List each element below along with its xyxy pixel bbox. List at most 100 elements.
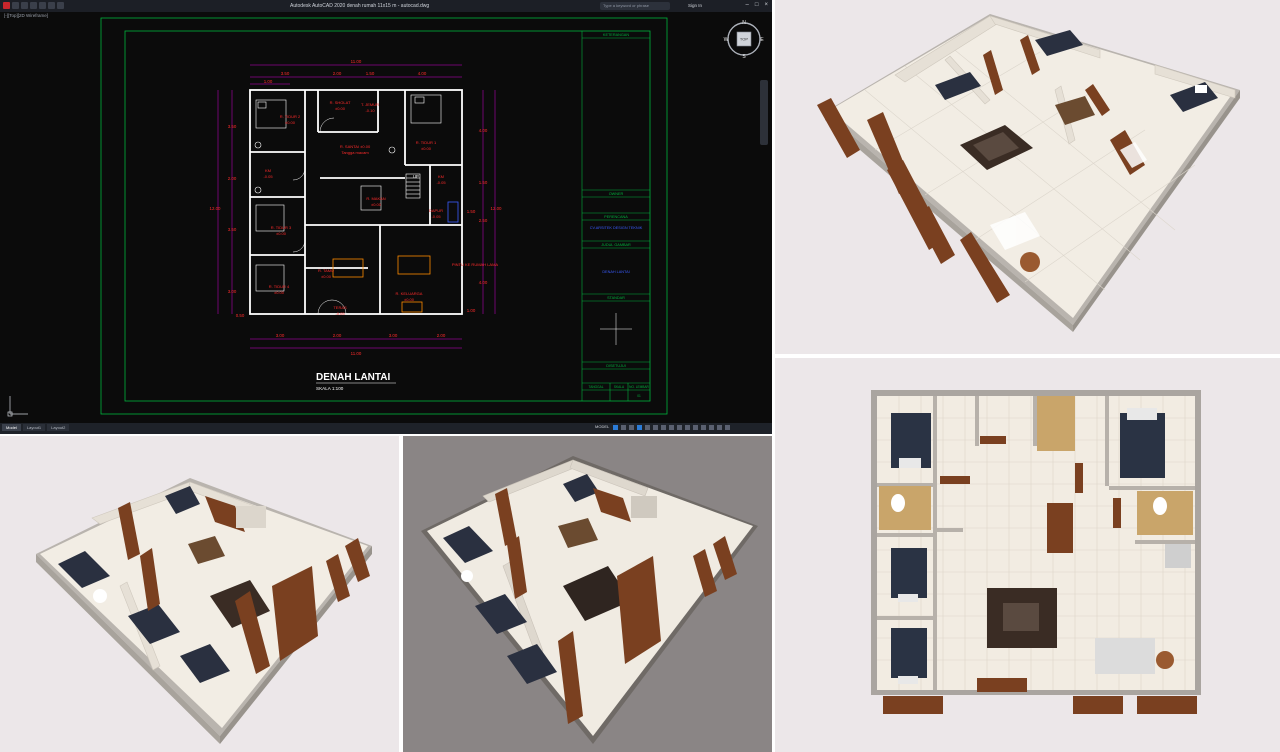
elev-r-tamu: ±0.00 xyxy=(321,274,332,279)
elev-r-jemur: -0.10 xyxy=(365,108,375,113)
tab-layout2[interactable]: Layout2 xyxy=(47,424,70,431)
dim-right-e: 1.00 xyxy=(467,308,476,313)
drawing-title: DENAH LANTAI xyxy=(316,372,390,383)
label-r-santai-sub: Tangga macam xyxy=(341,150,369,155)
dim-top-b: 2.00 xyxy=(333,71,342,76)
label-r-tidur1: R. TIDUR 1 xyxy=(416,140,437,145)
ucs-axis-icon xyxy=(7,396,28,417)
customize-icon[interactable] xyxy=(725,425,730,430)
title-block-text: KETERANGAN OWNER PERENCANA JUDUL GAMBAR … xyxy=(589,33,650,398)
dim-left-total: 12.00 xyxy=(210,206,222,211)
label-km1: KM xyxy=(265,168,271,173)
elev-km2: -0.05 xyxy=(436,180,446,185)
compass-w: W xyxy=(724,37,729,43)
title-block-blue: CV.ARSITEK DESIGN TEKNIK DENAH LANTAI xyxy=(590,226,643,274)
dim-left-e: 0.50 xyxy=(236,313,245,318)
label-r-tidur3: R. TIDUR 3 xyxy=(271,225,292,230)
dim-right-c: 2.50 xyxy=(479,218,488,223)
elev-r-tidur1: ±0.00 xyxy=(421,146,432,151)
dim-top-a: 3.50 xyxy=(281,71,290,76)
tb-owner: OWNER xyxy=(609,192,624,196)
status-bar: Model Layout1 Layout2 MODEL xyxy=(0,423,772,434)
dim-right-total: 12.00 xyxy=(491,206,503,211)
dim-left-a: 3.50 xyxy=(228,124,237,129)
render-isometric-dark xyxy=(403,436,772,752)
dim-top-d: 4.00 xyxy=(418,71,427,76)
tb-keterangan: KETERANGAN xyxy=(603,33,629,37)
elev-r-tidur2: ±0.00 xyxy=(285,120,296,125)
dim-bottom-d: 2.00 xyxy=(437,333,446,338)
transparency-icon[interactable] xyxy=(669,425,674,430)
label-r-keluarga: R. KELUARGA xyxy=(396,291,423,296)
tb-perencana: PERENCANA xyxy=(604,215,628,219)
elev-teras: -0.05 xyxy=(335,311,345,316)
tb-disetujui: DISETUJUI xyxy=(606,364,626,368)
osnap-icon[interactable] xyxy=(645,425,650,430)
north-cross xyxy=(600,313,632,345)
model-space-toggle[interactable]: MODEL xyxy=(595,424,609,429)
dim-top-e: 1.00 xyxy=(264,79,273,84)
dimension-lines xyxy=(217,64,496,349)
annotation-icon[interactable] xyxy=(677,425,682,430)
isolate-icon[interactable] xyxy=(701,425,706,430)
divider-bottom xyxy=(399,436,403,752)
elev-dapur: -0.05 xyxy=(431,214,441,219)
render-top-down-image xyxy=(871,390,1201,714)
label-r-tidur2: R. TIDUR 2 xyxy=(280,114,301,119)
snap-icon[interactable] xyxy=(621,425,626,430)
label-dapur: DAPUR xyxy=(429,208,443,213)
furniture-outlines xyxy=(254,94,442,292)
hardware-icon[interactable] xyxy=(709,425,714,430)
workspace-icon[interactable] xyxy=(685,425,690,430)
door-swings xyxy=(292,117,347,315)
label-r-jemur: T. JEMUR xyxy=(361,102,379,107)
label-r-makan: R. MAKAN xyxy=(366,196,385,201)
elev-r-sholat: ±0.00 xyxy=(335,106,346,111)
ortho-icon[interactable] xyxy=(629,425,634,430)
lineweight-icon[interactable] xyxy=(661,425,666,430)
grid-icon[interactable] xyxy=(613,425,618,430)
elev-r-tidur3: ±0.00 xyxy=(276,231,287,236)
dim-right-b: 1.50 xyxy=(479,180,488,185)
elev-km1: -0.05 xyxy=(263,174,273,179)
navigation-bar[interactable] xyxy=(760,80,768,145)
inner-frame xyxy=(124,30,651,402)
label-r-tidur4: R. TIDUR 4 xyxy=(269,284,290,289)
autocad-window: Autodesk AutoCAD 2020 denah rumah 11x15 … xyxy=(0,0,772,434)
otrack-icon[interactable] xyxy=(653,425,658,430)
tb-standar: STANDAR xyxy=(607,296,625,300)
compass-e: E xyxy=(760,37,764,43)
tb-tanggal: TANGGAL xyxy=(589,385,604,389)
dim-left-b: 2.00 xyxy=(228,176,237,181)
label-r-tamu: R. TAMU xyxy=(318,268,334,273)
divider-left xyxy=(0,434,772,436)
tb-perencana-name: CV.ARSITEK DESIGN TEKNIK xyxy=(590,226,643,230)
elev-r-tidur4: ±0.00 xyxy=(274,290,285,295)
tab-model[interactable]: Model xyxy=(2,424,21,431)
view-cube-icon[interactable]: TOP N S E W xyxy=(723,18,765,60)
units-icon[interactable] xyxy=(693,425,698,430)
render-isometric-front xyxy=(775,0,1280,354)
compass-n: N xyxy=(742,20,746,26)
render-isometric-dark-image xyxy=(421,456,758,744)
dim-top-c: 1.50 xyxy=(366,71,375,76)
tb-skala: SKALA xyxy=(614,385,625,389)
label-up: UP xyxy=(413,174,419,179)
dim-bottom-b: 2.00 xyxy=(333,333,342,338)
dim-top-total: 11.00 xyxy=(351,59,362,64)
elev-r-keluarga: ±0.00 xyxy=(404,297,415,302)
render-isometric-side xyxy=(0,436,399,752)
label-teras: TERAS xyxy=(333,305,347,310)
dim-bottom-total: 11.00 xyxy=(351,351,362,356)
elev-r-makan: ±0.00 xyxy=(371,202,382,207)
render-isometric-side-image xyxy=(36,478,372,744)
dim-right-a: 4.00 xyxy=(479,128,488,133)
dim-left-d: 3.00 xyxy=(228,289,237,294)
dim-left-c: 3.50 xyxy=(228,227,237,232)
tab-layout1[interactable]: Layout1 xyxy=(22,424,46,431)
clean-screen-icon[interactable] xyxy=(717,425,722,430)
label-km2: KM xyxy=(438,174,444,179)
drawing-canvas[interactable]: KETERANGAN OWNER PERENCANA JUDUL GAMBAR … xyxy=(0,0,772,434)
status-toggles xyxy=(613,425,730,430)
polar-icon[interactable] xyxy=(637,425,642,430)
